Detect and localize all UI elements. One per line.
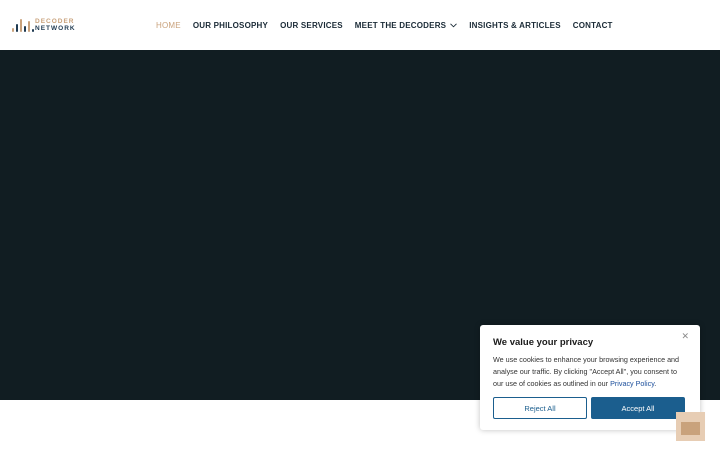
nav-item-label: OUR SERVICES <box>280 20 343 30</box>
site-header: DECODER NETWORK HOME OUR PHILOSOPHY OUR … <box>0 0 720 50</box>
reject-all-button[interactable]: Reject All <box>493 397 587 419</box>
logo-text: DECODER NETWORK <box>35 18 76 32</box>
nav-item-meet-the-decoders[interactable]: MEET THE DECODERS <box>354 20 458 30</box>
nav-item-insights-articles[interactable]: INSIGHTS & ARTICLES <box>469 21 561 30</box>
cookie-title: We value your privacy <box>493 337 594 348</box>
cookie-text: We use cookies to enhance your browsing … <box>493 354 687 390</box>
nav-item-our-services[interactable]: OUR SERVICES <box>280 21 343 30</box>
equalizer-bars-icon <box>11 17 34 33</box>
nav-item-label: CONTACT <box>572 20 613 30</box>
cookie-text-end: . <box>654 379 657 388</box>
main-nav: HOME OUR PHILOSOPHY OUR SERVICES MEET TH… <box>150 0 619 50</box>
nav-item-label: INSIGHTS & ARTICLES <box>469 20 561 30</box>
nav-item-label: MEET THE DECODERS <box>354 20 447 30</box>
back-to-top-inner <box>681 422 700 435</box>
logo-line-2: NETWORK <box>35 25 76 32</box>
nav-item-label: OUR PHILOSOPHY <box>192 20 269 30</box>
nav-item-our-philosophy[interactable]: OUR PHILOSOPHY <box>193 21 268 30</box>
nav-item-contact[interactable]: CONTACT <box>573 21 613 30</box>
chevron-down-icon <box>450 22 458 27</box>
privacy-policy-link[interactable]: Privacy Policy <box>610 379 654 388</box>
nav-item-label: HOME <box>156 20 181 30</box>
logo-line-1: DECODER <box>35 18 75 25</box>
accept-all-button[interactable]: Accept All <box>591 397 685 419</box>
site-logo[interactable]: DECODER NETWORK <box>11 17 83 33</box>
back-to-top-icon[interactable] <box>676 412 705 441</box>
cookie-buttons: Reject All Accept All <box>493 397 685 419</box>
close-icon[interactable]: ✕ <box>681 331 689 342</box>
page: DECODER NETWORK HOME OUR PHILOSOPHY OUR … <box>0 0 720 450</box>
nav-item-home[interactable]: HOME <box>156 21 181 30</box>
cookie-consent-banner: ✕ We value your privacy We use cookies t… <box>480 325 700 430</box>
